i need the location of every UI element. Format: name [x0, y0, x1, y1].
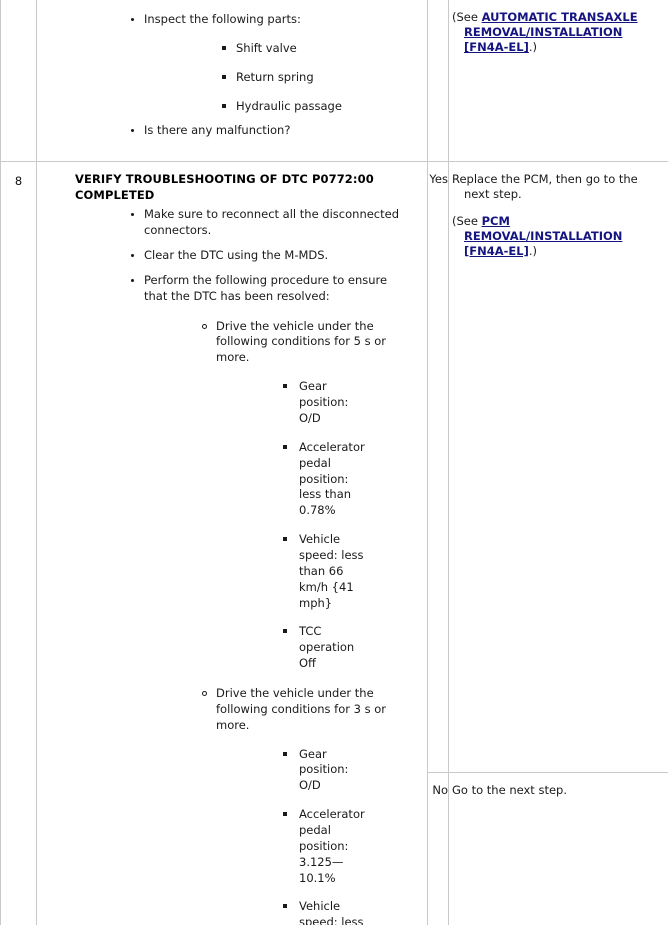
condition-value: Gear position: O/D [299, 379, 349, 425]
list-item: Drive the vehicle under the following co… [202, 686, 402, 925]
list-item: Accelerator pedal position: 3.125—10.1% [283, 807, 369, 886]
list-item: Gear position: O/D [283, 747, 369, 795]
list-item: Hydraulic passage [222, 99, 413, 115]
condition-value: Accelerator pedal position: less than 0.… [299, 439, 365, 518]
list-item: Accelerator pedal position: less than 0.… [283, 440, 369, 519]
condition-value: Vehicle speed: less than 66 km/h {41 [299, 899, 364, 925]
condition-values-list: Gear position: O/D Accelerator pedal pos… [216, 379, 402, 672]
condition-intro: Drive the vehicle under the following co… [216, 318, 387, 365]
condition-value: Gear position: O/D [299, 746, 349, 793]
list-item: Vehicle speed: less than 66 km/h {41 [283, 899, 369, 925]
inspection-cell-step8: VERIFY TROUBLESHOOTING OF DTC P0772:00 C… [36, 161, 428, 925]
part-name: Shift valve [236, 40, 297, 55]
condition-values-list: Gear position: O/D Accelerator pedal pos… [216, 747, 402, 925]
action-reference-yes: (See PCM REMOVAL/INSTALLATION [FN4A-EL].… [452, 214, 663, 260]
drive-conditions-list: Drive the vehicle under the following co… [144, 319, 413, 925]
reference-prefix: (See [452, 213, 482, 228]
result-cell-continuation [427, 0, 449, 162]
list-item: Make sure to reconnect all the disconnec… [130, 207, 413, 239]
inspection-bullet-list: Inspect the following parts: Shift valve… [45, 12, 413, 139]
list-item: Gear position: O/D [283, 379, 369, 427]
reference-link[interactable]: PCM REMOVAL/INSTALLATION [FN4A-EL] [464, 214, 622, 258]
action-reference: (See AUTOMATIC TRANSAXLE REMOVAL/INSTALL… [452, 10, 663, 56]
bullet-text: Clear the DTC using the M-MDS. [144, 248, 329, 263]
list-item: Clear the DTC using the M-MDS. [130, 248, 413, 264]
action-cell-no: Go to the next step. [448, 772, 668, 925]
action-text-yes: Replace the PCM, then go to the next ste… [452, 172, 638, 202]
action-cell-yes: Replace the PCM, then go to the next ste… [448, 161, 668, 773]
part-name: Return spring [236, 69, 314, 84]
table-row-step8-yes: 8 VERIFY TROUBLESHOOTING OF DTC P0772:00… [0, 161, 668, 925]
bullet-text: Make sure to reconnect all the disconnec… [144, 207, 400, 238]
condition-value: TCC operation Off [299, 624, 355, 671]
step-number-cell-continuation [0, 0, 37, 162]
result-label-yes: Yes [429, 172, 448, 187]
reference-suffix: .) [528, 40, 538, 55]
list-item: Shift valve [222, 41, 413, 57]
result-cell-yes: Yes [427, 161, 449, 773]
list-item: Is there any malfunction? [130, 123, 413, 139]
condition-value: Accelerator pedal position: 3.125—10.1% [299, 807, 365, 885]
condition-value: Vehicle speed: less than 66 km/h {41 mph… [299, 532, 364, 610]
result-label-no: No [432, 783, 448, 798]
list-item: Perform the following procedure to ensur… [130, 273, 413, 925]
parts-sublist: Shift valve Return spring Hydraulic pass… [144, 41, 413, 115]
step8-bullet-list: Make sure to reconnect all the disconnec… [45, 207, 413, 925]
troubleshooting-table: Inspect the following parts: Shift valve… [0, 0, 668, 925]
bullet-text: Perform the following procedure to ensur… [144, 272, 388, 303]
bullet-text: Inspect the following parts: [144, 12, 301, 26]
reference-link[interactable]: AUTOMATIC TRANSAXLE REMOVAL/INSTALLATION… [464, 10, 638, 54]
step-number-cell: 8 [0, 161, 37, 925]
list-item: Drive the vehicle under the following co… [202, 319, 402, 672]
troubleshooting-page: Inspect the following parts: Shift valve… [0, 0, 668, 925]
action-text-no: Go to the next step. [452, 783, 567, 798]
list-item: Return spring [222, 70, 413, 86]
inspection-cell-continuation: Inspect the following parts: Shift valve… [36, 0, 428, 162]
step-number: 8 [14, 174, 23, 189]
part-name: Hydraulic passage [236, 98, 342, 113]
condition-intro: Drive the vehicle under the following co… [216, 685, 387, 732]
reference-suffix: .) [528, 243, 538, 258]
list-item: TCC operation Off [283, 624, 369, 672]
result-cell-no: No [427, 772, 449, 925]
action-cell-continuation: (See AUTOMATIC TRANSAXLE REMOVAL/INSTALL… [449, 0, 668, 162]
reference-prefix: (See [452, 10, 482, 24]
cell-spacer [45, 139, 413, 149]
bullet-text: Is there any malfunction? [144, 123, 291, 138]
list-item: Vehicle speed: less than 66 km/h {41 mph… [283, 532, 369, 611]
list-item: Inspect the following parts: Shift valve… [130, 12, 413, 114]
step-heading: VERIFY TROUBLESHOOTING OF DTC P0772:00 C… [75, 172, 374, 202]
table-row-continuation: Inspect the following parts: Shift valve… [0, 0, 668, 162]
